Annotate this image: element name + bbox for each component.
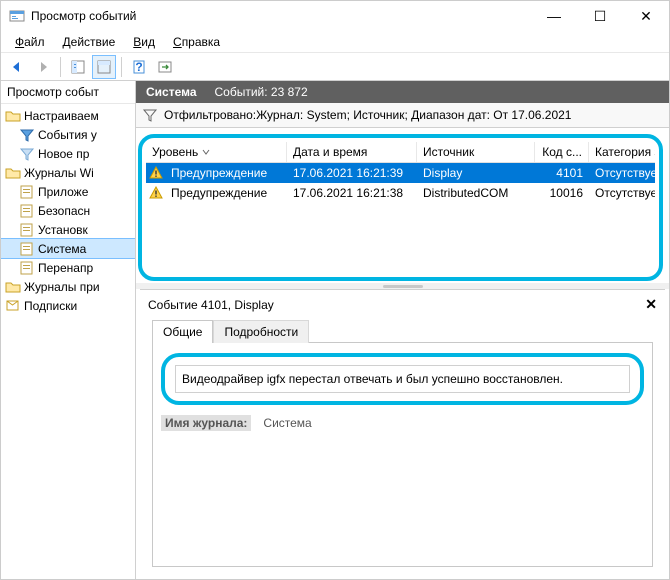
detail-header: Событие 4101, Display ✕ xyxy=(140,290,665,319)
tree-label: Настраиваем xyxy=(24,109,99,123)
tree-windows-logs[interactable]: Журналы Wi xyxy=(1,163,135,182)
tree: Настраиваем События у Новое пр Журналы W… xyxy=(1,104,135,317)
show-tree-button[interactable] xyxy=(66,55,90,79)
log-name-value: Система xyxy=(261,415,313,431)
event-message: Видеодрайвер igfx перестал отвечать и бы… xyxy=(175,365,630,393)
tree-forwarded[interactable]: Перенапр xyxy=(1,258,135,277)
cell-datetime: 17.06.2021 16:21:38 xyxy=(287,183,417,203)
menu-file[interactable]: Файл xyxy=(7,33,53,51)
cell-source: Display xyxy=(417,163,535,183)
col-source[interactable]: Источник xyxy=(416,142,534,162)
filter-icon xyxy=(19,146,35,162)
view-button[interactable] xyxy=(92,55,116,79)
close-button[interactable]: ✕ xyxy=(623,1,669,31)
tree-label: Новое пр xyxy=(38,147,89,161)
window-title: Просмотр событий xyxy=(31,9,136,23)
detail-body: Видеодрайвер igfx перестал отвечать и бы… xyxy=(152,342,653,567)
grid-header: Уровень Дата и время Источник Код с... К… xyxy=(146,142,655,163)
sidebar: Просмотр событ Настраиваем События у Нов… xyxy=(1,81,136,579)
tree-label: События у xyxy=(38,128,97,142)
detail-pane: Событие 4101, Display ✕ Общие Подробност… xyxy=(140,289,665,575)
back-button[interactable] xyxy=(5,55,29,79)
detail-close-button[interactable]: ✕ xyxy=(645,296,657,313)
tree-system[interactable]: Система xyxy=(1,239,135,258)
filter-bar: Отфильтровано:Журнал: System; Источник; … xyxy=(136,103,669,128)
menubar: Файл Действие Вид Справка xyxy=(1,31,669,53)
col-code[interactable]: Код с... xyxy=(534,142,588,162)
filter-icon xyxy=(19,127,35,143)
detail-title: Событие 4101, Display xyxy=(148,298,274,312)
titlebar: Просмотр событий — ☐ ✕ xyxy=(1,1,669,31)
tree-setup[interactable]: Установк xyxy=(1,220,135,239)
grid-row[interactable]: Предупреждение 17.06.2021 16:21:39 Displ… xyxy=(146,163,655,183)
app-icon xyxy=(9,8,25,24)
log-icon xyxy=(19,222,35,238)
tree-custom-views[interactable]: Настраиваем xyxy=(1,106,135,125)
maximize-button[interactable]: ☐ xyxy=(577,1,623,31)
col-datetime[interactable]: Дата и время xyxy=(286,142,416,162)
folder-icon xyxy=(5,108,21,124)
tree-label: Подписки xyxy=(24,299,77,313)
grid-row[interactable]: Предупреждение 17.06.2021 16:21:38 Distr… xyxy=(146,183,655,203)
tree-label: Журналы Wi xyxy=(24,166,94,180)
warning-icon xyxy=(149,166,163,180)
events-count: Событий: 23 872 xyxy=(215,85,308,99)
menu-view[interactable]: Вид xyxy=(125,33,163,51)
tree-application[interactable]: Приложе xyxy=(1,182,135,201)
log-name-row: Имя журнала: Система xyxy=(161,415,644,431)
tree-subscriptions[interactable]: Подписки xyxy=(1,296,135,315)
tree-app-services-logs[interactable]: Журналы при xyxy=(1,277,135,296)
col-level[interactable]: Уровень xyxy=(146,142,286,162)
message-highlight: Видеодрайвер igfx перестал отвечать и бы… xyxy=(161,353,644,405)
main-area: Просмотр событ Настраиваем События у Нов… xyxy=(1,81,669,579)
cell-category: Отсутствует xyxy=(589,183,655,203)
content-title: Система xyxy=(146,85,197,99)
log-icon xyxy=(19,203,35,219)
forward-button[interactable] xyxy=(31,55,55,79)
menu-help[interactable]: Справка xyxy=(165,33,228,51)
log-icon xyxy=(19,241,35,257)
event-grid[interactable]: Уровень Дата и время Источник Код с... К… xyxy=(146,142,655,273)
log-icon xyxy=(19,184,35,200)
content: Система Событий: 23 872 Отфильтровано:Жу… xyxy=(136,81,669,579)
refresh-button[interactable] xyxy=(153,55,177,79)
help-button[interactable]: ? xyxy=(127,55,151,79)
filter-icon xyxy=(142,107,158,123)
cell-level: Предупреждение xyxy=(165,183,287,203)
folder-icon xyxy=(5,279,21,295)
cell-datetime: 17.06.2021 16:21:39 xyxy=(287,163,417,183)
tree-label: Приложе xyxy=(38,185,88,199)
warning-icon xyxy=(149,186,163,200)
tree-label: Журналы при xyxy=(24,280,100,294)
sidebar-header: Просмотр событ xyxy=(1,81,135,104)
cell-code: 4101 xyxy=(535,163,589,183)
event-grid-highlight: Уровень Дата и время Источник Код с... К… xyxy=(138,134,663,281)
cell-source: DistributedCOM xyxy=(417,183,535,203)
tree-label: Система xyxy=(38,242,86,256)
toolbar: ? xyxy=(1,53,669,81)
menu-action[interactable]: Действие xyxy=(55,33,124,51)
tab-details[interactable]: Подробности xyxy=(213,320,309,343)
subscription-icon xyxy=(5,298,21,314)
cell-code: 10016 xyxy=(535,183,589,203)
minimize-button[interactable]: — xyxy=(531,1,577,31)
cell-level: Предупреждение xyxy=(165,163,287,183)
tree-label: Перенапр xyxy=(38,261,93,275)
cell-category: Отсутствует xyxy=(589,163,655,183)
detail-tabs: Общие Подробности xyxy=(140,319,665,342)
tree-security[interactable]: Безопасн xyxy=(1,201,135,220)
tree-new-view[interactable]: Новое пр xyxy=(1,144,135,163)
log-name-label: Имя журнала: xyxy=(161,415,251,431)
log-icon xyxy=(19,260,35,276)
content-header: Система Событий: 23 872 xyxy=(136,81,669,103)
svg-text:?: ? xyxy=(135,60,142,74)
tab-general[interactable]: Общие xyxy=(152,320,213,343)
col-category[interactable]: Категория за xyxy=(588,142,655,162)
filter-text: Отфильтровано:Журнал: System; Источник; … xyxy=(164,108,571,122)
folder-icon xyxy=(5,165,21,181)
tree-label: Безопасн xyxy=(38,204,90,218)
tree-label: Установк xyxy=(38,223,88,237)
tree-filter-events[interactable]: События у xyxy=(1,125,135,144)
